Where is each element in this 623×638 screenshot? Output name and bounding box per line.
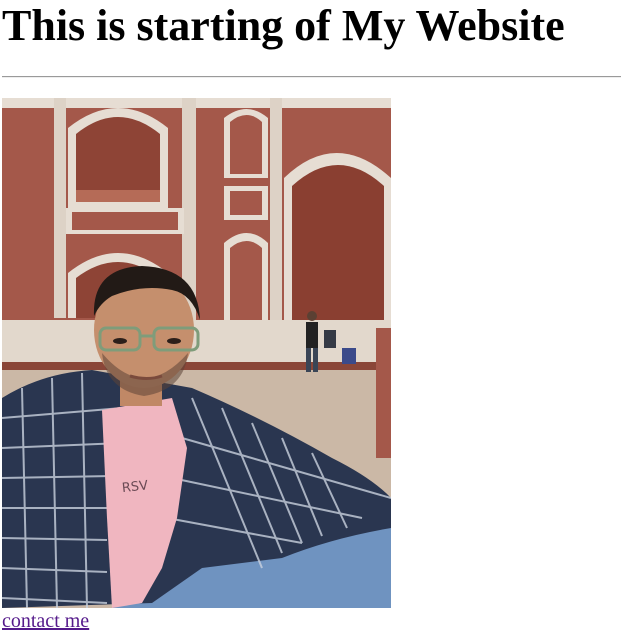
page: This is starting of My Website RSV conta…	[0, 0, 623, 638]
page-title: This is starting of My Website	[2, 1, 565, 50]
contact-link[interactable]: contact me	[2, 608, 89, 634]
profile-photo: RSV	[2, 98, 391, 608]
svg-text:RSV: RSV	[121, 478, 149, 496]
horizontal-divider	[2, 76, 621, 78]
